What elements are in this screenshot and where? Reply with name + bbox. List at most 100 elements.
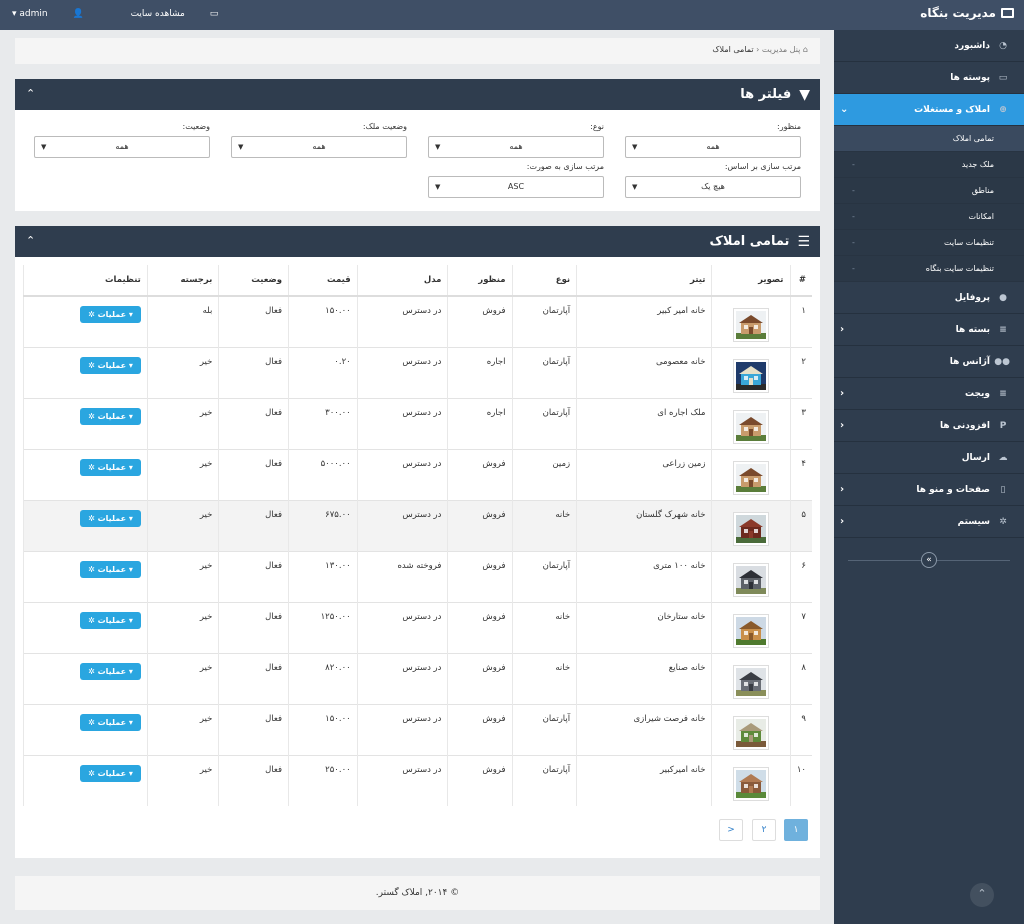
cell-actions: ▾ عملیات ✲ xyxy=(23,295,148,347)
submenu-item[interactable]: مناطق - xyxy=(834,178,1024,204)
table-row[interactable]: ۱۰ خانه امیرکبیر آپارتمان فروش در دسترس ۲۵۰.۰… xyxy=(23,754,812,806)
submenu-item[interactable]: امکانات - xyxy=(834,204,1024,230)
filter-type-select[interactable]: همه ▼ xyxy=(428,136,604,158)
gear-icon: ✲ xyxy=(88,717,98,727)
sidebar-collapse-button[interactable]: » xyxy=(921,552,937,568)
filter-status-melk-select[interactable]: همه ▼ xyxy=(231,136,407,158)
property-thumbnail[interactable] xyxy=(732,613,769,648)
property-thumbnail[interactable] xyxy=(732,409,769,444)
property-thumbnail[interactable] xyxy=(732,715,769,750)
cell-status: فعال xyxy=(218,754,289,806)
admin-menu[interactable]: ▾ admin 👤 xyxy=(12,9,106,19)
property-thumbnail[interactable] xyxy=(732,664,769,699)
actions-button[interactable]: ▾ عملیات ✲ xyxy=(80,407,141,425)
brand-title: مدیریت بنگاه xyxy=(920,6,996,20)
cell-purpose: فروش xyxy=(447,754,513,806)
submenu-item[interactable]: تنظیمات سایت - xyxy=(834,230,1024,256)
caret-down-icon: ▾ xyxy=(126,768,133,778)
cell-type: آپارتمان xyxy=(511,754,577,806)
properties-panel: ☰ تمامی املاک ⌃ # تصویر تیتر نوع منظور مدل قیم… xyxy=(15,226,820,858)
filter-manzoor-select[interactable]: همه ▼ xyxy=(625,136,801,158)
sidebar-item[interactable]: ⊕ املاک و مستغلات ⌄ xyxy=(834,94,1024,126)
sidebar-item[interactable]: ≡ ویجت ‹ xyxy=(834,378,1024,410)
actions-button[interactable]: ▾ عملیات ✲ xyxy=(80,662,141,680)
sidebar-item-label: املاک و مستغلات xyxy=(914,104,990,115)
table-row[interactable]: ۴ زمین زراعی زمین فروش در دسترس ۵۰۰۰.۰۰ فعال خی… xyxy=(23,448,812,500)
sidebar-item[interactable]: ≡ بسته ها ‹ xyxy=(834,314,1024,346)
column-header: منظور xyxy=(447,265,513,297)
page-1-button[interactable]: ۱ xyxy=(784,819,808,841)
dashboard-icon: ◔ xyxy=(999,40,1007,51)
property-thumbnail[interactable] xyxy=(732,766,769,801)
cell-status: فعال xyxy=(218,346,289,398)
filter-sort-by-select[interactable]: هیچ یک ▼ xyxy=(625,176,801,198)
brand[interactable]: مدیریت بنگاه xyxy=(920,6,1014,20)
submenu-item[interactable]: ملک جدید - xyxy=(834,152,1024,178)
table-row[interactable]: ۲ خانه معصومی آپارتمان اجاره در دسترس ۰.۲۰ فعا… xyxy=(23,346,812,398)
filter-sort-by-label: مرتب سازی بر اساس: xyxy=(724,162,801,171)
actions-label: عملیات xyxy=(97,360,127,370)
chevron-left-icon: ‹ xyxy=(840,484,845,495)
actions-button[interactable]: ▾ عملیات ✲ xyxy=(80,560,141,578)
filter-sort-dir-select[interactable]: ASC ▼ xyxy=(428,176,604,198)
actions-button[interactable]: ▾ عملیات ✲ xyxy=(80,764,141,782)
collapse-up-icon[interactable]: ⌃ xyxy=(26,234,35,247)
property-photo xyxy=(735,616,766,645)
cell-status: فعال xyxy=(218,652,289,704)
sidebar-item[interactable]: P افزودنی ها ‹ xyxy=(834,410,1024,442)
view-site-link[interactable]: مشاهده سایت ▭ xyxy=(131,9,241,19)
filters-title: فیلتر ها xyxy=(740,87,792,102)
sidebar-item[interactable]: ▭ پوسته ها xyxy=(834,62,1024,94)
table-row[interactable]: ۳ ملک اجاره ای آپارتمان اجاره در دسترس ۳۰۰.۰۰… xyxy=(23,397,812,449)
sidebar-item[interactable]: ☁ ارسال xyxy=(834,442,1024,474)
sidebar-item[interactable]: ◔ داشبورد xyxy=(834,30,1024,62)
property-thumbnail[interactable] xyxy=(732,511,769,546)
table-row[interactable]: ۷ خانه ستارخان خانه فروش در دسترس ۱۲۵۰.۰۰ فعال… xyxy=(23,601,812,653)
property-thumbnail[interactable] xyxy=(732,308,769,342)
actions-label: عملیات xyxy=(97,768,127,778)
actions-button[interactable]: ▾ عملیات ✲ xyxy=(80,306,141,323)
scroll-top-button[interactable]: ⌃ xyxy=(970,883,994,907)
cell-featured: خیر xyxy=(146,397,219,449)
page-2-button[interactable]: ۲ xyxy=(752,819,776,841)
gear-icon: ✲ xyxy=(88,462,98,472)
property-thumbnail[interactable] xyxy=(732,358,769,393)
cell-num: ۹ xyxy=(789,703,812,755)
actions-button[interactable]: ▾ عملیات ✲ xyxy=(80,509,141,527)
filter-status-select[interactable]: همه ▼ xyxy=(34,136,210,158)
actions-button[interactable]: ▾ عملیات ✲ xyxy=(80,458,141,476)
gear-icon: ✲ xyxy=(88,768,98,778)
breadcrumb-home[interactable]: پنل مدیریت xyxy=(762,45,800,54)
filters-body: منظور: همه ▼ نوع: همه ▼ وضعیت ملک: همه ▼ وض… xyxy=(15,110,820,211)
sidebar-item[interactable]: ● پروفایل xyxy=(834,282,1024,314)
cell-type: آپارتمان xyxy=(511,295,577,347)
actions-button[interactable]: ▾ عملیات ✲ xyxy=(80,356,141,374)
actions-button[interactable]: ▾ عملیات ✲ xyxy=(80,713,141,731)
submenu-item-label: امکانات xyxy=(968,212,994,221)
sidebar-item[interactable]: ✲ سیستم ‹ xyxy=(834,506,1024,538)
filter-status-value: همه xyxy=(115,142,129,151)
table-row[interactable]: ۶ خانه ۱۰۰ متری آپارتمان فروش فروخته شده ۱۳۰.… xyxy=(23,550,812,602)
filter-status-melk-label: وضعیت ملک: xyxy=(362,122,407,131)
gear-icon: ✲ xyxy=(88,513,98,523)
main-content: ⌂ پنل مدیریت ‹ تمامی املاک ▼ فیلتر ها ⌃ … xyxy=(15,30,820,858)
collapse-up-icon[interactable]: ⌃ xyxy=(26,87,35,100)
table-row[interactable]: ۸ خانه صنایع خانه فروش در دسترس ۸۲۰.۰۰ فعال خیر… xyxy=(23,652,812,704)
sidebar-item[interactable]: ●● آژانس ها xyxy=(834,346,1024,378)
cell-image xyxy=(711,295,790,347)
property-thumbnail[interactable] xyxy=(732,460,769,495)
actions-button[interactable]: ▾ عملیات ✲ xyxy=(80,611,141,629)
table-row[interactable]: ۵ خانه شهرک گلستان خانه فروش در دسترس ۶۷۵.۰۰ ف… xyxy=(23,499,812,551)
cell-num: ۲ xyxy=(789,346,812,398)
submenu-item[interactable]: تنظیمات سایت بنگاه - xyxy=(834,256,1024,282)
next-page-button[interactable]: > xyxy=(719,819,743,841)
table-row[interactable]: ۹ خانه فرصت شیرازی آپارتمان فروش در دسترس ۱۵۰… xyxy=(23,703,812,755)
cell-image xyxy=(711,754,790,806)
submenu-item[interactable]: تمامی املاک xyxy=(834,126,1024,152)
cell-model: در دسترس xyxy=(356,652,448,704)
filter-type-value: همه xyxy=(509,142,523,151)
table-row[interactable]: ۱ خانه امیر کبیر آپارتمان فروش در دسترس ۱۵۰.۰… xyxy=(23,295,812,347)
property-thumbnail[interactable] xyxy=(732,562,769,597)
sidebar-item[interactable]: ▯ صفحات و منو ها ‹ xyxy=(834,474,1024,506)
cell-price: ۵۰۰۰.۰۰ xyxy=(288,448,358,500)
